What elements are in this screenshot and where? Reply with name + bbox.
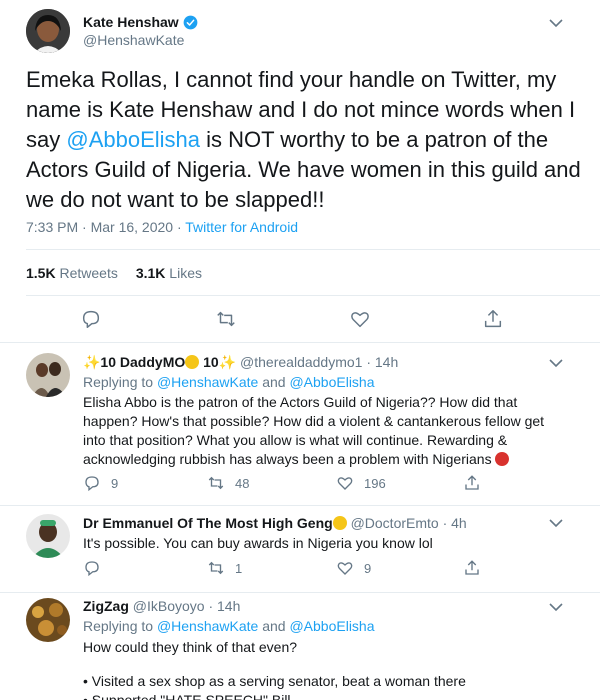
like-button[interactable]: 9 [336,559,371,577]
replying-to-link[interactable]: @AbboElisha [289,374,374,390]
author-name[interactable]: Kate Henshaw [83,14,198,30]
chevron-down-icon[interactable] [547,16,565,30]
chevron-down-icon[interactable] [547,516,565,530]
reply-author-name-text: DaddyMO [119,354,186,370]
replying-to-and: and [258,618,290,634]
likes-stat[interactable]: 3.1K Likes [136,265,202,281]
retweets-label: Retweets [59,265,118,281]
like-count: 196 [364,475,386,491]
share-icon[interactable] [482,308,504,330]
retweet-button[interactable]: 48 [207,474,249,492]
reply-header: ✨10 DaddyMO 10✨ @therealdaddymo1 · 14h [83,354,398,371]
reply-text-line: • Supported "HATE SPEECH" Bill [83,692,291,700]
author-name-text[interactable]: Kate Henshaw [83,14,179,30]
tweet-meta: 7:33 PM · Mar 16, 2020 · Twitter for And… [26,219,298,235]
tweet-text: Emeka Rollas, I cannot find your handle … [26,65,586,215]
likes-count: 3.1K [135,265,166,281]
sunglasses-emoji-icon [332,516,347,530]
tweet-timestamp[interactable]: 7:33 PM · Mar 16, 2020 · [26,219,185,235]
share-icon [465,475,479,490]
reply-text: Elisha Abbo is the patron of the Actors … [83,393,558,469]
reply-text: It's possible. You can buy awards in Nig… [83,535,433,551]
retweet-count: 48 [235,475,250,491]
reply-count: 9 [111,475,119,491]
share-button[interactable] [463,559,491,577]
line-spacer [83,657,553,672]
like-icon[interactable] [349,308,371,330]
retweet-count: 1 [235,560,243,576]
reply-icon [85,476,99,492]
divider [26,249,600,250]
retweet-icon[interactable] [215,308,237,330]
reply-author-name[interactable]: ✨10 DaddyMO 10✨ [83,354,236,370]
verified-badge-icon [183,15,198,29]
author-handle[interactable]: @HenshawKate [83,32,184,48]
retweet-icon [208,561,224,575]
reply-author-name-text: Dr Emmanuel Of The Most High Geng [83,515,333,531]
retweets-count: 1.5K [26,265,56,281]
replying-to-link[interactable]: @HenshawKate [157,374,258,390]
reply-tweet[interactable]: ZigZag @IkBoyoyo · 14h Replying to @Hens… [0,593,600,700]
tweet-source-link[interactable]: Twitter for Android [185,219,298,235]
reply-icon[interactable] [80,308,102,330]
share-button[interactable] [463,474,491,492]
retweet-icon [208,476,224,490]
author-avatar[interactable] [26,9,70,53]
replying-to-link[interactable]: @HenshawKate [157,618,258,634]
chevron-down-icon[interactable] [547,600,565,614]
retweets-stat[interactable]: 1.5K Retweets [26,265,118,281]
like-button[interactable]: 196 [336,474,386,492]
reply-author-handle[interactable]: @IkBoyoyo · 14h [133,598,241,614]
reply-avatar[interactable] [26,353,70,397]
reply-tweet[interactable]: Dr Emmanuel Of The Most High Geng @Docto… [0,506,600,593]
reply-avatar[interactable] [26,514,70,558]
reply-author-handle[interactable]: @DoctorEmto · 4h [351,515,467,531]
share-icon [465,560,479,575]
tweet-stats: 1.5K Retweets 3.1K Likes [26,265,202,281]
replying-to-link[interactable]: @AbboElisha [289,618,374,634]
divider [26,295,600,296]
reply-header: ZigZag @IkBoyoyo · 14h [83,598,240,614]
tweet-mention-link[interactable]: @AbboElisha [66,127,200,152]
reply-author-handle[interactable]: @therealdaddymo1 · 14h [240,354,398,370]
crown-emoji-icon [185,355,200,369]
reply-button[interactable] [83,559,111,577]
reply-author-name-suffix: 10✨ [199,354,237,370]
reply-header: Dr Emmanuel Of The Most High Geng @Docto… [83,515,467,531]
reply-avatar[interactable] [26,598,70,642]
angry-emoji-icon [495,452,510,466]
main-tweet: Kate Henshaw @HenshawKate Emeka Rollas, … [0,0,600,343]
reply-text-line: • Visited a sex shop as a serving senato… [83,673,466,689]
replying-to-and: and [258,374,290,390]
like-icon [337,562,353,575]
reply-tweet[interactable]: ✨10 DaddyMO 10✨ @therealdaddymo1 · 14h R… [0,343,600,506]
reply-author-name[interactable]: Dr Emmanuel Of The Most High Geng [83,515,347,531]
replying-to-label: Replying to [83,374,157,390]
like-icon [337,477,353,490]
reply-author-name-prefix: ✨10 [83,354,120,370]
chevron-down-icon[interactable] [547,356,565,370]
reply-text-line: How could they think of that even? [83,639,298,655]
likes-label: Likes [169,265,202,281]
like-count: 9 [364,560,372,576]
reply-text-content: Elisha Abbo is the patron of the Actors … [83,394,545,467]
reply-icon [85,561,99,577]
reply-author-name[interactable]: ZigZag [83,598,129,614]
replying-to-label: Replying to [83,618,157,634]
retweet-button[interactable]: 1 [207,559,242,577]
reply-button[interactable]: 9 [83,474,118,492]
replying-to: Replying to @HenshawKate and @AbboElisha [83,374,375,390]
reply-text: How could they think of that even? • Vis… [83,638,553,700]
replying-to: Replying to @HenshawKate and @AbboElisha [83,618,375,634]
